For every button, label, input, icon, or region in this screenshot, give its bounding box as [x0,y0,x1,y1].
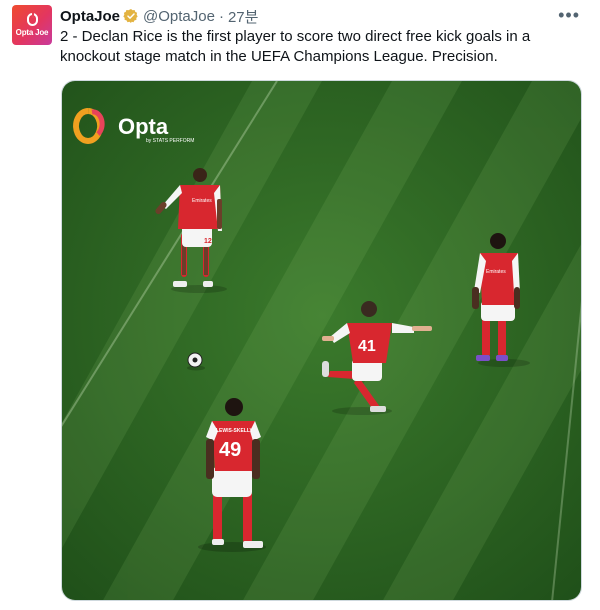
opta-logo-icon [26,13,38,26]
opta-watermark-text: Opta [118,114,169,139]
shirt-name: LEWIS-SKELLY [216,428,253,434]
tweet-media-image[interactable]: Opta by STATS PERFORM Emirates 12 41 Emi… [61,80,582,601]
sponsor-text-right: Emirates [486,269,506,275]
verified-badge-icon[interactable] [123,8,139,24]
sponsor-text: Emirates [192,198,212,204]
tweet-header: OptaJoe @OptaJoe · 27분 [60,6,258,26]
more-options-icon[interactable]: ••• [558,5,580,26]
football-pitch-photo: Opta by STATS PERFORM Emirates 12 41 Emi… [62,81,581,600]
avatar-label: Opta Joe [15,28,49,37]
author-name[interactable]: OptaJoe [60,8,120,25]
shirt-number-49: 49 [219,439,241,461]
author-avatar[interactable]: Opta Joe [12,5,52,45]
opta-watermark-subtext: by STATS PERFORM [146,138,194,144]
tweet-timestamp[interactable]: 27분 [228,6,259,27]
tweet-text: 2 - Declan Rice is the first player to s… [60,28,531,65]
shirt-number-41: 41 [358,338,376,355]
tweet: Opta Joe OptaJoe @OptaJoe · 27분 ••• 2 - … [0,0,600,610]
separator-dot: · [218,7,224,25]
shirt-number-12: 12 [204,238,212,245]
author-handle[interactable]: @OptaJoe [143,8,215,25]
